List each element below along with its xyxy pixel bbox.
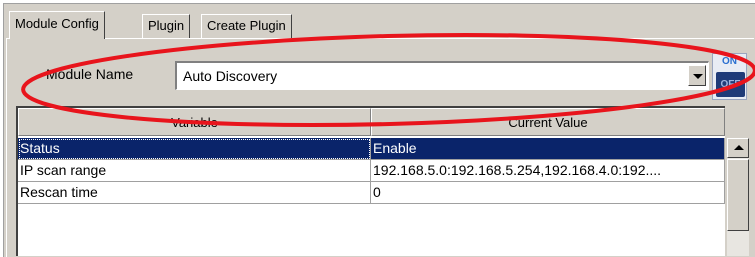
cell-variable[interactable]: IP scan range [18, 160, 371, 182]
cell-value[interactable]: 0 [371, 182, 725, 204]
cell-value[interactable]: Enable [371, 138, 725, 160]
cell-value[interactable]: 192.168.5.0:192.168.5.254,192.168.4.0:19… [371, 160, 725, 182]
module-name-value: Auto Discovery [183, 68, 278, 84]
on-off-toggle[interactable]: ON OFF [712, 53, 747, 100]
module-name-label: Module Name [46, 66, 134, 82]
cell-variable[interactable]: Status [18, 138, 371, 160]
table-row[interactable]: Rescan time 0 [18, 182, 725, 204]
scrollbar-thumb[interactable] [727, 159, 749, 231]
tab-plugin[interactable]: Plugin [142, 14, 191, 38]
scroll-up-arrow-icon[interactable] [727, 138, 749, 158]
dropdown-arrow-icon[interactable] [688, 65, 706, 86]
column-header-variable[interactable]: Variable [18, 108, 371, 136]
column-header-current-value[interactable]: Current Value [371, 108, 725, 136]
toggle-off-label: OFF [716, 72, 745, 97]
cell-variable[interactable]: Rescan time [18, 182, 371, 204]
variables-table: Variable Current Value Status Enable IP … [16, 106, 725, 256]
vertical-scrollbar[interactable] [727, 138, 749, 256]
table-row[interactable]: IP scan range 192.168.5.0:192.168.5.254,… [18, 160, 725, 182]
tab-create-plugin[interactable]: Create Plugin [201, 14, 292, 38]
module-name-dropdown[interactable]: Auto Discovery [175, 61, 709, 90]
table-row[interactable]: Status Enable [18, 138, 725, 160]
tab-module-config[interactable]: Module Config [9, 11, 105, 39]
